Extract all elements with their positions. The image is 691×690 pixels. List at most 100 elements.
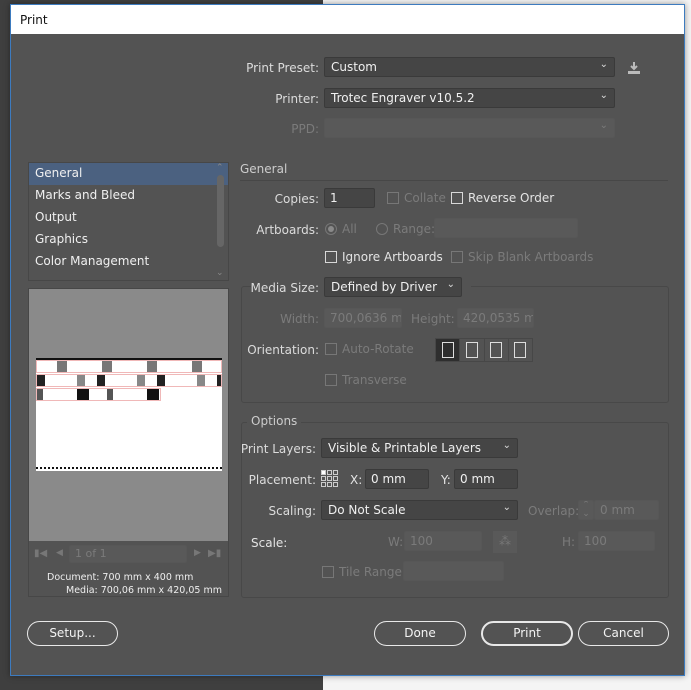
print-preset-select[interactable]: Custom ⌄ xyxy=(324,57,615,77)
print-layers-value: Visible & Printable Layers xyxy=(328,441,481,455)
overlap-label: Overlap: xyxy=(528,504,580,518)
preview-page xyxy=(36,358,222,471)
sidebar-item-general[interactable]: General xyxy=(29,163,228,185)
reverse-landscape-button[interactable] xyxy=(509,339,532,361)
prev-page-icon[interactable]: ◀ xyxy=(56,548,63,558)
printer-select[interactable]: Trotec Engraver v10.5.2 ⌄ xyxy=(324,88,615,108)
auto-rotate-checkbox[interactable] xyxy=(325,343,337,355)
x-label: X: xyxy=(350,473,363,487)
height-input[interactable]: 420,0535 mm xyxy=(457,308,534,328)
w-label: W: xyxy=(388,535,404,549)
portrait-icon xyxy=(441,342,454,358)
x-input[interactable]: 0 mm xyxy=(365,469,429,489)
media-size-select[interactable]: Defined by Driver ⌄ xyxy=(324,277,462,297)
media-size-label: Media Size: xyxy=(250,281,319,295)
print-layers-select[interactable]: Visible & Printable Layers ⌄ xyxy=(321,438,518,458)
divider xyxy=(240,180,668,181)
reverse-order-checkbox[interactable] xyxy=(451,192,463,204)
reverse-portrait-icon xyxy=(490,342,503,358)
print-preset-value: Custom xyxy=(331,60,377,74)
portrait-button[interactable] xyxy=(436,339,461,361)
sidebar-item-color-management[interactable]: Color Management xyxy=(29,251,228,273)
overlap-input[interactable]: 0 mm xyxy=(594,500,659,520)
setup-button[interactable]: Setup... xyxy=(27,621,118,646)
chevron-down-icon: ⌄ xyxy=(502,440,511,451)
collate-checkbox[interactable] xyxy=(387,192,399,204)
skip-blank-label: Skip Blank Artboards xyxy=(468,250,594,264)
copies-label: Copies: xyxy=(274,192,319,206)
chevron-down-icon: ⌄ xyxy=(599,90,608,101)
tile-range-input[interactable] xyxy=(403,561,504,581)
artboards-label: Artboards: xyxy=(256,223,319,237)
artboards-range-label: Range: xyxy=(393,222,436,236)
print-layers-label: Print Layers: xyxy=(240,442,316,456)
preview-artwork-row xyxy=(36,360,222,373)
dialog-title: Print xyxy=(11,5,684,34)
printer-label: Printer: xyxy=(275,92,319,106)
y-label: Y: xyxy=(441,473,451,487)
next-page-icon[interactable]: ▶ xyxy=(194,548,201,558)
general-section-title: General xyxy=(240,162,288,176)
scroll-down-icon[interactable]: ⌄ xyxy=(216,268,224,278)
placement-grid-icon[interactable] xyxy=(321,470,339,491)
range-input[interactable] xyxy=(434,218,578,238)
chevron-down-icon: ⌄ xyxy=(502,502,511,513)
list-scrollbar[interactable]: ⌃ ⌄ xyxy=(214,163,227,280)
reverse-landscape-icon xyxy=(514,342,527,358)
y-input[interactable]: 0 mm xyxy=(454,469,518,489)
scaling-value: Do Not Scale xyxy=(328,503,406,517)
preview-page-edge xyxy=(36,467,222,469)
width-label: Width: xyxy=(280,312,319,326)
last-page-icon[interactable]: ▶▮ xyxy=(208,548,221,559)
artboards-range-radio[interactable] xyxy=(376,223,388,235)
sidebar-item-output[interactable]: Output xyxy=(29,207,228,229)
reverse-order-label: Reverse Order xyxy=(468,191,555,205)
width-input[interactable]: 700,0636 mm xyxy=(324,308,402,328)
page-field[interactable]: 1 of 1 xyxy=(69,545,187,563)
chevron-down-icon: ⌄ xyxy=(446,279,455,290)
done-button[interactable]: Done xyxy=(374,621,466,646)
options-section-title: Options xyxy=(247,414,302,428)
sidebar-item-marks-and-bleed[interactable]: Marks and Bleed xyxy=(29,185,228,207)
collate-label: Collate xyxy=(404,191,446,205)
landscape-icon xyxy=(465,342,478,358)
scaling-label: Scaling: xyxy=(268,504,316,518)
tile-range-checkbox[interactable] xyxy=(322,566,334,578)
print-preset-label: Print Preset: xyxy=(246,61,319,75)
first-page-icon[interactable]: ▮◀ xyxy=(34,548,47,559)
tile-range-label: Tile Range: xyxy=(339,565,406,579)
orientation-label: Orientation: xyxy=(247,343,319,357)
h-label: H: xyxy=(562,535,576,549)
ppd-select[interactable]: ⌄ xyxy=(324,118,615,138)
transverse-checkbox[interactable] xyxy=(325,374,337,386)
landscape-button[interactable] xyxy=(460,339,485,361)
artboards-all-radio[interactable] xyxy=(325,223,337,235)
scale-width-input[interactable]: 100 xyxy=(404,531,482,551)
print-button[interactable]: Print xyxy=(481,621,573,646)
ignore-artboards-checkbox[interactable] xyxy=(325,251,337,263)
placement-label: Placement: xyxy=(248,473,316,487)
scale-label: Scale: xyxy=(251,536,288,550)
transverse-label: Transverse xyxy=(342,373,407,387)
media-size-info: Media: 700,06 mm x 420,05 mm xyxy=(66,585,222,596)
category-list: General Marks and Bleed Output Graphics … xyxy=(28,162,229,281)
link-icon[interactable]: ⁂ xyxy=(493,531,517,553)
preview-panel: ▮◀ ◀ 1 of 1 ▶ ▶▮ Document: 700 mm x 400 … xyxy=(28,288,229,597)
media-size-value: Defined by Driver xyxy=(331,280,438,294)
chevron-down-icon: ⌄ xyxy=(599,120,608,131)
sidebar-item-graphics[interactable]: Graphics xyxy=(29,229,228,251)
preview-canvas[interactable] xyxy=(29,289,228,541)
scaling-select[interactable]: Do Not Scale ⌄ xyxy=(321,500,518,520)
scroll-up-icon[interactable]: ⌃ xyxy=(216,163,224,173)
scrollbar-thumb[interactable] xyxy=(217,175,224,247)
ignore-artboards-label: Ignore Artboards xyxy=(342,250,443,264)
scale-height-input[interactable]: 100 xyxy=(578,531,655,551)
skip-blank-checkbox[interactable] xyxy=(451,251,463,263)
overlap-stepper[interactable]: ⌃ ⌄ xyxy=(578,500,594,520)
reverse-portrait-button[interactable] xyxy=(485,339,509,361)
ppd-label: PPD: xyxy=(291,122,319,136)
save-preset-icon[interactable] xyxy=(627,61,641,75)
copies-input[interactable]: 1 xyxy=(324,188,375,208)
printer-value: Trotec Engraver v10.5.2 xyxy=(331,91,475,105)
cancel-button[interactable]: Cancel xyxy=(578,621,669,646)
